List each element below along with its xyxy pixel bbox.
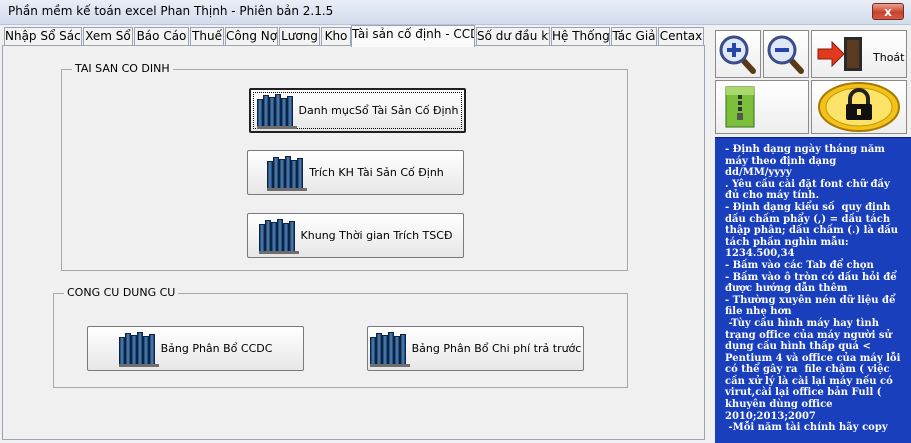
info-text: - Định dạng ngày tháng năm máy theo định… (715, 138, 911, 434)
window-title: Phần mềm kế toán excel Phan Thịnh - Phiê… (8, 4, 334, 18)
tab-nhap-so-sach[interactable]: Nhập Sổ Sách (4, 27, 82, 46)
info-line: - Bấm vào ô tròn có dấu hỏi để được hướn… (725, 271, 901, 295)
exit-label: Thoát (873, 51, 905, 64)
lock-icon (818, 82, 900, 132)
prepaid-expense-allocation-label: Bảng Phân Bổ Chi phí trả trước (411, 342, 582, 355)
lock-button[interactable] (811, 80, 907, 134)
tab-strip: Nhập Sổ Sách Xem Sổ Báo Cáo Thuế Công Nợ… (4, 25, 704, 47)
tab-so-du-dau-ky[interactable]: Số dư đầu kỳ (476, 27, 550, 46)
info-panel: - Định dạng ngày tháng năm máy theo định… (715, 137, 911, 443)
close-icon: x (884, 5, 892, 19)
info-line: -Tùy cấu hình máy hay tình trạng office … (725, 317, 904, 422)
tab-panel: TAI SAN CO DINH Danh mụcSổ Tài Sản Cố Đị… (2, 45, 705, 440)
info-line: - Bấm vào các Tab để chọn (725, 259, 874, 271)
zoom-in-button[interactable] (715, 30, 761, 78)
tab-tac-gia[interactable]: Tác Giả (611, 27, 657, 46)
books-icon (118, 331, 159, 367)
zoom-out-icon (767, 35, 804, 74)
books-icon (267, 155, 308, 191)
zip-archive-icon (725, 86, 755, 128)
depreciation-label: Trích KH Tài Sản Cố Định (309, 166, 444, 179)
books-icon (369, 331, 410, 367)
tab-thue[interactable]: Thuế (190, 27, 224, 46)
tab-centax[interactable]: Centax (658, 27, 704, 46)
title-bar: Phần mềm kế toán excel Phan Thịnh - Phiê… (0, 0, 911, 25)
depreciation-timeframe-label: Khung Thời gian Trích TSCĐ (300, 229, 453, 242)
ccdc-allocation-button[interactable]: Bảng Phân Bổ CCDC (87, 326, 304, 371)
info-line: - Thường xuyên nén dữ liệu để file nhẹ h… (725, 294, 899, 318)
tab-he-thong[interactable]: Hệ Thống (551, 27, 610, 46)
info-line: - Định dạng kiểu số quy định dấu chấm ph… (725, 201, 902, 260)
fixed-asset-register-label: Danh mụcSổ Tài Sản Cố Định (298, 104, 459, 117)
fixed-asset-register-button[interactable]: Danh mụcSổ Tài Sản Cố Định (249, 88, 466, 133)
tab-xem-so[interactable]: Xem Sổ (83, 27, 133, 46)
prepaid-expense-allocation-button[interactable]: Bảng Phân Bổ Chi phí trả trước (367, 326, 584, 371)
tab-cong-no[interactable]: Công Nợ (225, 27, 278, 46)
books-icon (258, 218, 299, 254)
depreciation-button[interactable]: Trích KH Tài Sản Cố Định (247, 150, 464, 195)
compress-data-button[interactable] (715, 80, 809, 134)
info-line: - Định dạng ngày tháng năm máy theo định… (725, 144, 889, 179)
zoom-out-button[interactable] (763, 30, 809, 78)
zoom-in-icon (719, 35, 756, 74)
fixed-assets-group-title: TAI SAN CO DINH (72, 62, 173, 76)
tab-bao-cao[interactable]: Báo Cáo (134, 27, 189, 46)
ccdc-allocation-label: Bảng Phân Bổ CCDC (160, 342, 273, 355)
exit-button[interactable]: Thoát (811, 30, 907, 78)
books-icon (256, 93, 297, 129)
tab-tai-san-co-dinh-ccdc[interactable]: Tài sản cố định - CCDC (351, 25, 475, 47)
info-line: -Mỗi năm tài chính hãy copy (725, 422, 888, 434)
info-line: . Yêu cầu cài đặt font chữ đầy đủ cho má… (725, 178, 894, 202)
tools-group-title: CONG CU DUNG CU (64, 286, 179, 300)
depreciation-timeframe-button[interactable]: Khung Thời gian Trích TSCĐ (247, 213, 464, 258)
tab-luong[interactable]: Lương (279, 27, 320, 46)
tab-kho[interactable]: Kho (321, 27, 351, 46)
close-button[interactable]: x (872, 3, 904, 20)
exit-door-icon (817, 37, 862, 71)
